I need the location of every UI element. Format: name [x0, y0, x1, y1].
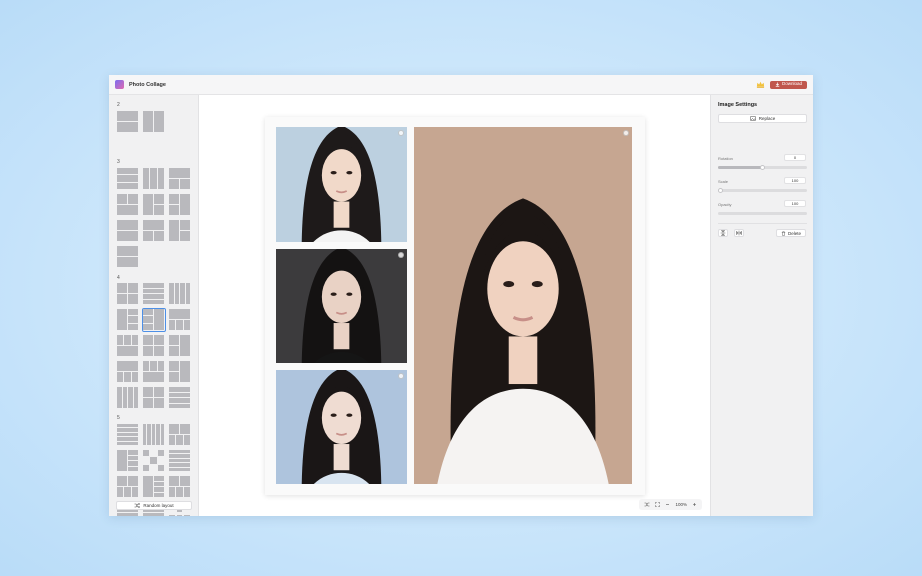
flip-horizontal-icon	[736, 230, 742, 236]
portrait-image	[414, 127, 632, 484]
layout-thumbnail[interactable]	[117, 246, 139, 268]
layout-thumbnail[interactable]	[142, 308, 166, 332]
portrait-image	[276, 127, 407, 242]
image-settings-panel: Image Settings Replace Rotation 0 Scale …	[710, 95, 813, 516]
photo-options-icon[interactable]	[623, 130, 629, 136]
layout-thumbnail[interactable]	[143, 220, 165, 242]
opacity-input[interactable]: 100	[784, 200, 806, 207]
canvas-area: 100%	[199, 95, 710, 516]
rotation-input[interactable]: 0	[784, 154, 806, 161]
crown-icon[interactable]	[756, 80, 765, 89]
portrait-image	[276, 370, 407, 484]
download-icon	[775, 82, 780, 87]
delete-button[interactable]: Delete	[775, 229, 806, 237]
layout-thumbnail[interactable]	[143, 111, 165, 133]
layout-thumbnail[interactable]	[143, 283, 165, 305]
layout-thumbnail[interactable]	[117, 283, 139, 305]
collage-canvas	[265, 117, 645, 495]
scale-label: Scale	[718, 179, 729, 184]
layout-section-label: 4	[117, 275, 120, 281]
photo-options-icon[interactable]	[398, 130, 404, 136]
delete-label: Delete	[787, 230, 801, 236]
rotation-slider[interactable]	[718, 165, 807, 170]
photo-top-left[interactable]	[276, 127, 407, 242]
layout-thumbnail[interactable]	[117, 168, 139, 190]
layout-thumbnail[interactable]	[117, 424, 139, 446]
shuffle-icon	[134, 503, 141, 508]
portrait-image	[276, 249, 407, 363]
download-button[interactable]: Download	[769, 80, 807, 89]
rotation-slider-handle[interactable]	[760, 165, 765, 170]
rotation-label: Rotation	[718, 156, 733, 161]
photo-bottom-left[interactable]	[276, 370, 407, 484]
layout-thumbnail[interactable]	[117, 387, 139, 409]
scale-slider[interactable]	[718, 188, 807, 193]
scale-slider-handle[interactable]	[718, 188, 723, 193]
layout-thumbnail[interactable]	[169, 476, 191, 498]
settings-title: Image Settings	[718, 102, 758, 108]
layout-thumbnail[interactable]	[143, 335, 165, 357]
image-icon	[749, 116, 756, 121]
layout-thumbnail[interactable]	[143, 194, 165, 216]
layout-thumbnail[interactable]	[143, 476, 165, 498]
layout-thumbnail[interactable]	[169, 335, 191, 357]
layout-thumbnail[interactable]	[169, 168, 191, 190]
layout-thumbnail[interactable]	[143, 450, 165, 472]
layout-thumbnail[interactable]	[169, 194, 191, 216]
app-logo-icon	[115, 80, 124, 89]
layout-thumbnail[interactable]	[117, 450, 139, 472]
layout-thumbnail[interactable]	[169, 387, 191, 409]
random-layout-button[interactable]: Random layout	[116, 501, 192, 510]
flip-vertical-button[interactable]	[718, 229, 728, 237]
layout-thumbnail[interactable]	[117, 476, 139, 498]
layout-thumbnail[interactable]	[169, 220, 191, 242]
random-layout-label: Random layout	[143, 503, 174, 508]
opacity-slider[interactable]	[718, 212, 807, 215]
shuffle-icon[interactable]	[644, 502, 650, 507]
layout-thumbnail[interactable]	[143, 361, 165, 383]
layout-thumbnail[interactable]	[117, 194, 139, 216]
title-bar: Photo Collage Download	[109, 75, 813, 95]
layout-thumbnail[interactable]	[117, 335, 139, 357]
layout-thumbnail[interactable]	[143, 387, 165, 409]
layout-thumbnail[interactable]	[169, 283, 191, 305]
zoom-controls: 100%	[639, 499, 702, 510]
scale-input[interactable]: 100	[784, 177, 806, 184]
download-label: Download	[781, 81, 802, 87]
layout-thumbnail[interactable]	[169, 424, 191, 446]
app-title: Photo Collage	[129, 81, 166, 88]
photo-options-icon[interactable]	[398, 252, 404, 258]
layout-thumbnail[interactable]	[117, 220, 139, 242]
layout-thumbnail[interactable]	[169, 361, 191, 383]
opacity-label: Opacity	[718, 202, 732, 207]
layout-thumbnail[interactable]	[117, 111, 139, 133]
fullscreen-icon[interactable]	[655, 502, 661, 507]
zoom-level: 100%	[675, 502, 687, 507]
zoom-in-icon[interactable]	[692, 502, 697, 507]
flip-horizontal-button[interactable]	[734, 229, 744, 237]
divider	[718, 223, 807, 224]
app-window: Photo Collage Download 2 3 4 5 Random la…	[109, 75, 813, 516]
layout-panel: 2 3 4 5 Random layout	[109, 95, 199, 516]
zoom-out-icon[interactable]	[665, 502, 670, 507]
layout-thumbnail[interactable]	[143, 168, 165, 190]
photo-middle-left[interactable]	[276, 249, 407, 363]
trash-icon	[781, 230, 786, 236]
layout-section-label: 3	[117, 159, 120, 165]
flip-vertical-icon	[720, 230, 726, 236]
photo-right[interactable]	[414, 127, 632, 484]
layout-section-label: 5	[117, 415, 120, 421]
layout-thumbnail[interactable]	[143, 424, 165, 446]
replace-label: Replace	[758, 116, 776, 121]
replace-button[interactable]: Replace	[718, 114, 807, 123]
layout-thumbnail[interactable]	[169, 450, 191, 472]
photo-options-icon[interactable]	[398, 373, 404, 379]
layout-thumbnail[interactable]	[117, 309, 139, 331]
layout-thumbnail[interactable]	[169, 309, 191, 331]
layout-thumbnail[interactable]	[117, 361, 139, 383]
layout-section-label: 2	[117, 102, 120, 108]
